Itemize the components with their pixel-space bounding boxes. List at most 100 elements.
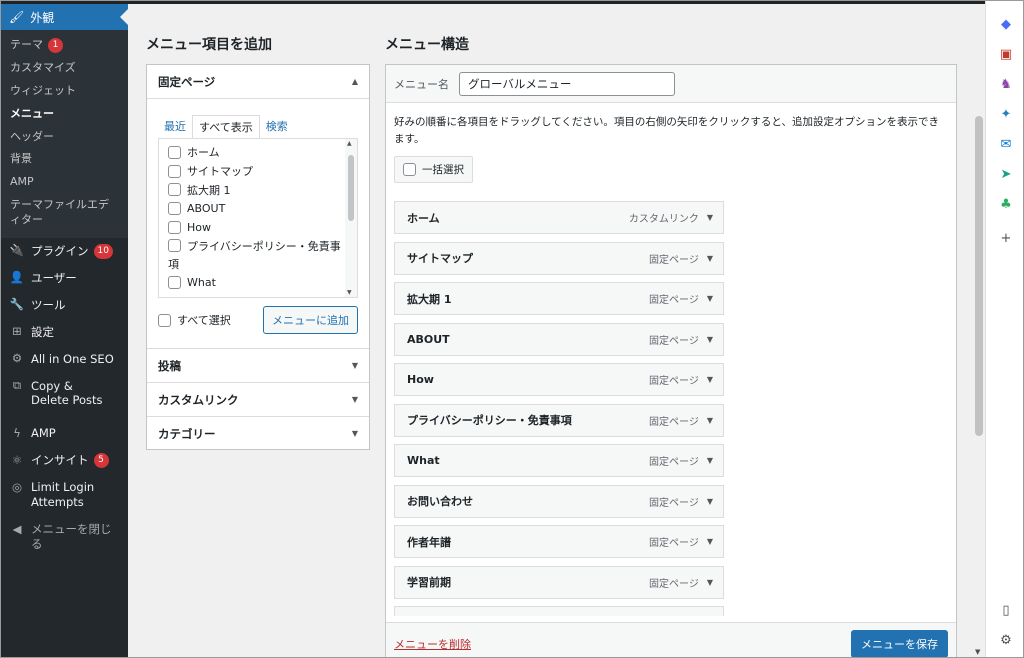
- list-item[interactable]: 拡大期 1: [159, 180, 357, 199]
- chevron-down-icon[interactable]: ▼: [707, 497, 713, 506]
- checkbox[interactable]: [168, 201, 181, 215]
- sidebar-item-aioseo[interactable]: ⚙ All in One SEO: [1, 346, 128, 373]
- tab-view-all[interactable]: すべて表示: [192, 115, 260, 139]
- custom-links-accordion-header[interactable]: カスタムリンク ▼: [147, 382, 369, 416]
- chevron-down-icon[interactable]: ▼: [707, 335, 713, 344]
- chevron-down-icon[interactable]: ▼: [707, 213, 713, 222]
- accordion-title: 固定ページ: [158, 74, 216, 89]
- bulk-select-label: 一括選択: [422, 163, 464, 176]
- sidebar-item-limit-login[interactable]: ◎ Limit Login Attempts: [1, 474, 128, 516]
- menu-item[interactable]: プライバシーポリシー・免責事項 固定ページ ▼: [394, 403, 724, 437]
- menu-items-list: ホーム カスタムリンク ▼ サイトマップ 固定ページ ▼ 拡大期 1 固定ページ ▼ ABO…: [394, 201, 724, 624]
- briefcase-icon[interactable]: ▣: [998, 46, 1014, 62]
- menu-item[interactable]: 学習前期 固定ページ ▼: [394, 565, 724, 599]
- sidebar-item-amp[interactable]: ϟ AMP: [1, 420, 128, 447]
- scroll-up-icon[interactable]: ▲: [347, 140, 352, 147]
- chess-icon[interactable]: ♞: [998, 76, 1014, 92]
- list-item[interactable]: サイトマップ: [159, 162, 357, 181]
- send-icon[interactable]: ➤: [998, 166, 1014, 182]
- list-scrollbar[interactable]: ▲ ▼: [345, 139, 357, 297]
- user-icon: 👤: [9, 270, 25, 285]
- tab-recent[interactable]: 最近: [158, 115, 192, 138]
- browser-sidebar: ◆ ▣ ♞ ✦ ✉ ➤ ♣ + ▯ ⚙: [985, 0, 1024, 658]
- chevron-down-icon[interactable]: ▼: [707, 456, 713, 465]
- add-icon[interactable]: +: [998, 230, 1014, 246]
- list-item[interactable]: How: [159, 218, 357, 237]
- update-badge: 1: [48, 38, 63, 53]
- delete-menu-link[interactable]: メニューを削除: [394, 636, 471, 652]
- accordion-title: カテゴリー: [158, 426, 216, 441]
- submenu-item-widgets[interactable]: ウィジェット: [1, 80, 128, 103]
- chevron-down-icon[interactable]: ▼: [707, 537, 713, 546]
- gear-icon[interactable]: ⚙: [998, 632, 1014, 648]
- fingerprint-icon: ◎: [11, 479, 23, 494]
- tree-icon[interactable]: ♣: [998, 196, 1014, 212]
- menu-item-type: 固定ページ: [649, 416, 699, 428]
- checkbox[interactable]: [168, 220, 181, 234]
- pages-accordion-header[interactable]: 固定ページ ▲: [147, 65, 369, 99]
- chevron-down-icon[interactable]: ▼: [707, 416, 713, 425]
- sidebar-item-plugins[interactable]: 🔌 プラグイン 10: [1, 238, 128, 265]
- collapse-menu-button[interactable]: ◀ メニューを閉じる: [1, 516, 128, 558]
- chevron-down-icon[interactable]: ▼: [707, 294, 713, 303]
- checkbox[interactable]: [168, 239, 181, 253]
- select-all-checkbox[interactable]: [158, 313, 171, 327]
- scroll-thumb[interactable]: [975, 116, 983, 436]
- tab-search[interactable]: 検索: [260, 115, 294, 138]
- menu-item[interactable]: ホーム カスタムリンク ▼: [394, 201, 724, 234]
- menu-item[interactable]: お問い合わせ 固定ページ ▼: [394, 484, 724, 518]
- sidebar-item-appearance[interactable]: 🖌 外観: [1, 4, 128, 30]
- sidebar-toggle-icon[interactable]: ▯: [998, 602, 1014, 618]
- scroll-thumb[interactable]: [348, 155, 354, 221]
- menu-item[interactable]: 拡大期 1 固定ページ ▼: [394, 282, 724, 315]
- chevron-down-icon[interactable]: ▼: [707, 578, 713, 587]
- chevron-down-icon[interactable]: ▼: [707, 254, 713, 263]
- sidebar-item-tools[interactable]: 🔧 ツール: [1, 292, 128, 319]
- sidebar-item-insights[interactable]: ⚛ インサイト 5: [1, 447, 128, 474]
- checkbox[interactable]: [168, 145, 181, 159]
- submenu-item-theme-editor[interactable]: テーマファイルエディター: [1, 194, 128, 232]
- checkbox[interactable]: [168, 183, 181, 197]
- submenu-item-header[interactable]: ヘッダー: [1, 126, 128, 149]
- copilot-icon[interactable]: ✦: [998, 106, 1014, 122]
- submenu-item-themes[interactable]: テーマ 1: [1, 34, 128, 57]
- menu-item[interactable]: 作者年譜 固定ページ ▼: [394, 525, 724, 558]
- posts-accordion-header[interactable]: 投稿 ▼: [147, 348, 369, 382]
- submenu-item-background[interactable]: 背景: [1, 148, 128, 171]
- menu-item[interactable]: How 固定ページ ▼: [394, 363, 724, 396]
- checkbox[interactable]: [168, 275, 181, 289]
- bulk-select-checkbox[interactable]: [403, 162, 416, 176]
- submenu-item-menus[interactable]: メニュー: [1, 103, 128, 126]
- categories-accordion-header[interactable]: カテゴリー ▼: [147, 416, 369, 450]
- menu-item[interactable]: What 固定ページ ▼: [394, 444, 724, 477]
- scroll-down-icon[interactable]: ▼: [975, 648, 980, 656]
- chevron-down-icon[interactable]: ▼: [707, 375, 713, 384]
- list-item[interactable]: ホーム: [159, 143, 357, 162]
- bulk-select-button[interactable]: 一括選択: [394, 155, 473, 183]
- outlook-icon[interactable]: ✉: [998, 136, 1014, 152]
- scroll-down-icon[interactable]: ▼: [347, 289, 352, 296]
- add-to-menu-button[interactable]: メニューに追加: [263, 306, 358, 334]
- list-item[interactable]: What: [159, 273, 357, 292]
- tag-icon[interactable]: ◆: [998, 16, 1014, 32]
- list-item-label: 拡大期 1: [187, 183, 231, 197]
- submenu-item-customize[interactable]: カスタマイズ: [1, 57, 128, 80]
- sidebar-item-settings[interactable]: ⊞ 設定: [1, 319, 128, 346]
- list-item[interactable]: プライバシーポリシー・免責事: [159, 236, 357, 255]
- menu-item[interactable]: ABOUT 固定ページ ▼: [394, 322, 724, 356]
- sidebar-item-label: 設定: [31, 324, 54, 339]
- list-item[interactable]: ABOUT: [159, 199, 357, 218]
- submenu-item-amp[interactable]: AMP: [1, 171, 128, 194]
- page-scrollbar[interactable]: ▼: [973, 4, 985, 658]
- menu-name-input[interactable]: グローバルメニュー: [459, 71, 675, 96]
- checkbox[interactable]: [168, 164, 181, 178]
- update-badge: 5: [93, 453, 109, 469]
- menu-item[interactable]: サイトマップ 固定ページ ▼: [394, 241, 724, 275]
- sidebar-item-label: Limit Login Attempts: [31, 480, 95, 510]
- insights-icon: ⚛: [11, 452, 23, 467]
- sidebar-item-users[interactable]: 👤 ユーザー: [1, 265, 128, 292]
- menu-item-title: How: [407, 373, 434, 386]
- list-item-label: プライバシーポリシー・免責事: [187, 239, 341, 253]
- save-menu-button[interactable]: メニューを保存: [851, 629, 948, 658]
- sidebar-item-copy-delete[interactable]: ⧉ Copy & Delete Posts: [1, 373, 128, 415]
